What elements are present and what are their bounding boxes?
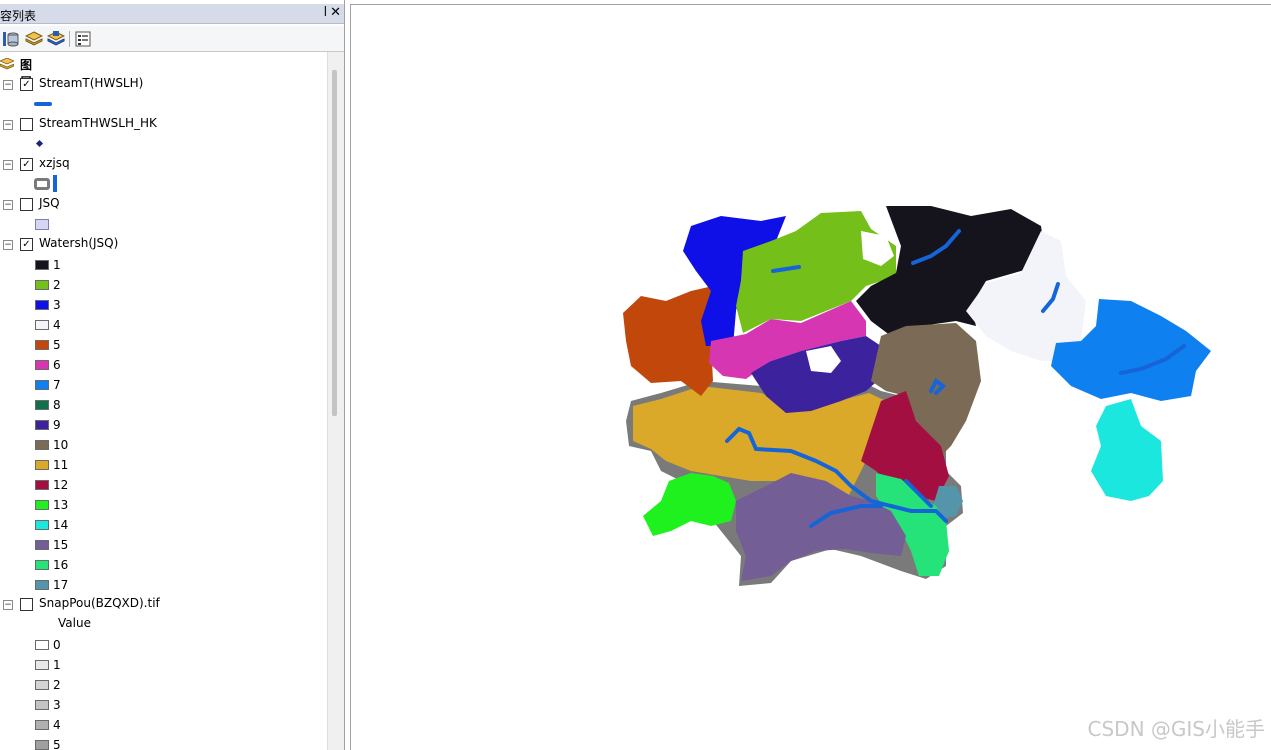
color-swatch[interactable] <box>35 420 49 430</box>
legend-class-label: 3 <box>53 298 61 312</box>
raster-value-label: 1 <box>53 658 61 672</box>
layers-icon <box>0 58 14 70</box>
selection-bar-symbol <box>53 175 57 192</box>
layer-name[interactable]: JSQ <box>39 196 60 210</box>
layer-row-xzjsq[interactable]: − ✓ xzjsq <box>0 156 330 174</box>
layer-visibility-checkbox[interactable]: ✓ <box>20 78 33 91</box>
watershed-14 <box>1091 399 1163 501</box>
color-swatch[interactable] <box>35 660 49 670</box>
layer-name[interactable]: xzjsq <box>39 156 70 170</box>
legend-class-label: 16 <box>53 558 69 572</box>
layer-tree: 图层 − ✓ StreamT(HWSLH) − StreamTHWSLH_HK … <box>0 52 330 750</box>
map-canvas[interactable] <box>351 5 1271 750</box>
color-swatch[interactable] <box>35 440 49 450</box>
legend-class-label: 4 <box>53 318 61 332</box>
color-swatch[interactable] <box>35 320 49 330</box>
point-symbol <box>35 139 44 148</box>
color-swatch[interactable] <box>35 740 49 750</box>
color-swatch[interactable] <box>35 260 49 270</box>
watermark: CSDN @GIS小能手 <box>1087 717 1265 741</box>
collapse-icon[interactable]: − <box>3 120 13 130</box>
layer-name[interactable]: StreamT(HWSLH) <box>39 76 143 90</box>
color-swatch[interactable] <box>35 520 49 530</box>
raster-value-label: 2 <box>53 678 61 692</box>
legend-class-label: 8 <box>53 398 61 412</box>
hollow-rect-symbol <box>34 178 50 190</box>
layer-row-streamthwslh-hk[interactable]: − StreamTHWSLH_HK <box>0 116 330 134</box>
map-view[interactable]: CSDN @GIS小能手 <box>350 4 1271 750</box>
color-swatch[interactable] <box>35 640 49 650</box>
pin-icon[interactable]: ꟾ <box>324 6 327 19</box>
layer-row-watersh-jsq[interactable]: − ✓ Watersh(JSQ) <box>0 236 330 254</box>
raster-value-header: Value <box>58 616 91 630</box>
layer-name[interactable]: SnapPou(BZQXD).tif <box>39 596 160 610</box>
layer-visibility-checkbox[interactable]: ✓ <box>20 238 33 251</box>
legend-class-label: 15 <box>53 538 69 552</box>
options-icon[interactable] <box>74 30 92 48</box>
legend-class-label: 7 <box>53 378 61 392</box>
color-swatch[interactable] <box>35 540 49 550</box>
color-swatch[interactable] <box>35 500 49 510</box>
legend-class-label: 5 <box>53 338 61 352</box>
legend-class-label: 11 <box>53 458 69 472</box>
toolbar-separator <box>69 31 70 47</box>
layer-visibility-checkbox[interactable] <box>20 198 33 211</box>
legend-class-label: 6 <box>53 358 61 372</box>
layer-row-jsq[interactable]: − JSQ <box>0 196 330 214</box>
table-of-contents-panel: 容列表 ꟾ ✕ 图 − ✓ StreamT(HWSLH) − StreamTHW… <box>0 0 345 750</box>
panel-title-bar: 容列表 ꟾ ✕ <box>0 4 344 24</box>
color-swatch[interactable] <box>35 400 49 410</box>
color-swatch[interactable] <box>35 380 49 390</box>
vertical-scrollbar[interactable] <box>327 52 344 750</box>
color-swatch[interactable] <box>35 680 49 690</box>
color-swatch[interactable] <box>35 580 49 590</box>
legend-class-label: 14 <box>53 518 69 532</box>
layer-visibility-checkbox[interactable] <box>20 598 33 611</box>
collapse-icon[interactable]: − <box>3 80 13 90</box>
collapse-icon[interactable]: − <box>3 200 13 210</box>
legend-class-label: 9 <box>53 418 61 432</box>
color-swatch[interactable] <box>35 340 49 350</box>
line-symbol <box>34 102 52 106</box>
collapse-icon[interactable]: − <box>3 160 13 170</box>
collapse-icon[interactable]: − <box>3 240 13 250</box>
legend-class-label: 17 <box>53 578 69 592</box>
color-swatch[interactable] <box>35 700 49 710</box>
color-swatch[interactable] <box>35 460 49 470</box>
panel-title: 容列表 <box>0 9 37 23</box>
close-icon[interactable]: ✕ <box>330 5 341 20</box>
color-swatch[interactable] <box>35 300 49 310</box>
color-swatch[interactable] <box>35 560 49 570</box>
fill-symbol <box>35 219 49 230</box>
raster-value-label: 0 <box>53 638 61 652</box>
legend-class-label: 12 <box>53 478 69 492</box>
color-swatch[interactable] <box>35 480 49 490</box>
layer-name[interactable]: Watersh(JSQ) <box>39 236 118 250</box>
collapse-icon[interactable]: − <box>3 600 13 610</box>
raster-value-label: 3 <box>53 698 61 712</box>
legend-class-label: 13 <box>53 498 69 512</box>
legend-class-label: 10 <box>53 438 69 452</box>
layer-name[interactable]: StreamTHWSLH_HK <box>39 116 157 130</box>
list-by-visibility-icon[interactable] <box>47 30 65 48</box>
toc-toolbar <box>0 26 344 52</box>
color-swatch[interactable] <box>35 720 49 730</box>
raster-value-label: 4 <box>53 718 61 732</box>
scrollbar-thumb[interactable] <box>332 70 337 416</box>
raster-value-label: 5 <box>53 738 61 750</box>
color-swatch[interactable] <box>35 280 49 290</box>
layer-row-streamt[interactable]: − ✓ StreamT(HWSLH) <box>0 76 330 94</box>
layer-row-snappou[interactable]: − SnapPou(BZQXD).tif <box>0 596 330 614</box>
legend-class-label: 2 <box>53 278 61 292</box>
color-swatch[interactable] <box>35 360 49 370</box>
layer-visibility-checkbox[interactable]: ✓ <box>20 158 33 171</box>
layer-visibility-checkbox[interactable] <box>20 118 33 131</box>
list-by-source-icon[interactable] <box>25 30 43 48</box>
legend-class-label: 1 <box>53 258 61 272</box>
list-by-drawing-order-icon[interactable] <box>2 30 20 48</box>
